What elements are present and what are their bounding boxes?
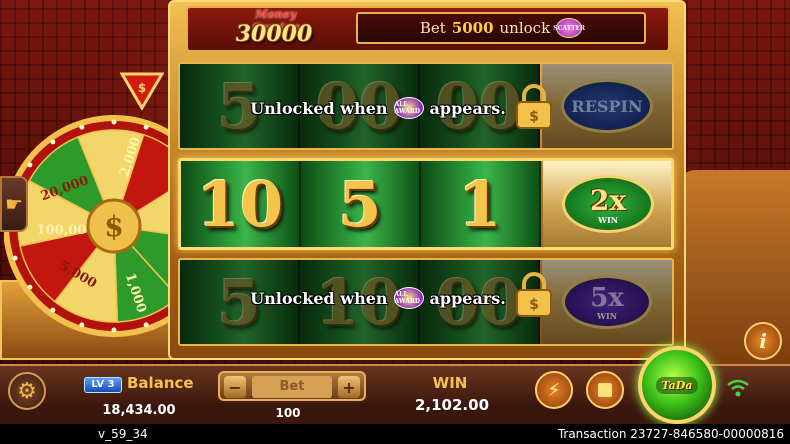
- reel-value: 5: [338, 167, 382, 241]
- multiplier-badge: 2x WIN: [562, 175, 654, 233]
- wheel-light: [12, 255, 18, 261]
- svg-text:$: $: [138, 81, 146, 95]
- respin-badge: RESPIN: [561, 79, 653, 133]
- spin-logo: TaDa: [655, 376, 699, 394]
- wheel-light: [27, 284, 33, 290]
- balance-label: Balance: [127, 374, 194, 392]
- win-label: WIN: [432, 374, 468, 392]
- padlock-icon: $: [516, 84, 552, 129]
- multiplier-sub: WIN: [596, 311, 618, 321]
- wheel-light: [79, 322, 85, 328]
- unlock-message-top: Unlocked when ALL AWARD appears.: [178, 90, 538, 126]
- reel-row-middle: 10 5 1 2x WIN: [178, 158, 674, 250]
- wheel-light: [27, 162, 33, 168]
- reel: 5: [301, 161, 421, 247]
- spin-button[interactable]: TaDa: [638, 346, 716, 424]
- settings-button[interactable]: ⚙: [8, 372, 46, 410]
- multiplier-sub: WIN: [597, 214, 619, 225]
- balance-value: 18,434.00: [102, 403, 176, 418]
- all-award-icon: ALL AWARD: [393, 97, 424, 119]
- info-icon: i: [759, 329, 767, 353]
- bet-unlock-amount: 5000: [451, 19, 494, 37]
- bet-unlock-prefix: Bet: [419, 19, 446, 37]
- transaction-id: Transaction 23727-846580-00000816: [557, 427, 784, 441]
- wheel-pointer-icon: $: [120, 72, 164, 110]
- unlock-message-bottom: Unlocked when ALL AWARD appears.: [178, 280, 538, 316]
- svg-text:$: $: [529, 109, 539, 125]
- respin-label: RESPIN: [571, 96, 643, 116]
- wheel-light: [143, 322, 149, 328]
- lightning-icon: ⚡: [547, 379, 561, 401]
- wheel-graphic: 2,00020,000100,0005,000 1,000 $: [4, 115, 184, 337]
- unlock-prefix: Unlocked when: [250, 288, 388, 308]
- hand-pointer-icon: ☛: [5, 192, 23, 216]
- multiplier-value: 5x: [590, 283, 624, 313]
- respin-slot: RESPIN: [542, 64, 672, 148]
- level-badge: LV 3: [84, 377, 122, 393]
- gear-icon: ⚙: [17, 378, 37, 404]
- win-value: 2,102.00: [414, 396, 490, 414]
- unlock-prefix: Unlocked when: [250, 98, 388, 118]
- turbo-button[interactable]: ⚡: [535, 371, 573, 409]
- unlock-suffix: appears.: [429, 288, 506, 308]
- auto-stop-button[interactable]: [586, 371, 624, 409]
- version-text: v_59_34: [98, 427, 148, 441]
- wheel-light: [79, 124, 85, 130]
- bet-increase-button[interactable]: +: [338, 376, 360, 398]
- wheel-light: [50, 139, 56, 145]
- wheel-light: [50, 307, 56, 313]
- reel-value: 10: [196, 167, 284, 241]
- bet-control: − Bet +: [218, 371, 366, 401]
- wifi-icon: [727, 379, 749, 397]
- reel: 1: [421, 161, 541, 247]
- bet-value: 100: [275, 406, 301, 420]
- bet-unlock-suffix: unlock: [499, 19, 551, 37]
- scatter-badge-icon: SCATTER: [553, 18, 585, 38]
- reel-value: 1: [458, 167, 502, 241]
- logo-number: 30000: [235, 21, 313, 47]
- all-award-icon: ALL AWARD: [393, 287, 424, 309]
- padlock-icon: $: [516, 272, 552, 317]
- wheel-center-dollar-icon: $: [104, 210, 123, 243]
- unlock-suffix: appears.: [429, 98, 506, 118]
- multiplier-slot: 5x WIN: [542, 260, 672, 344]
- wheel-light: [143, 124, 149, 130]
- multiplier-badge: 5x WIN: [562, 275, 652, 329]
- bet-label: Bet: [252, 376, 332, 398]
- stop-icon: [598, 383, 612, 397]
- wheel-light: [111, 327, 117, 333]
- wheel-hand-button[interactable]: ☛: [0, 176, 28, 232]
- bet-unlock-banner: Bet 5000 unlock SCATTER: [356, 12, 646, 44]
- wheel-light: [111, 119, 117, 125]
- multiplier-value: 2x: [589, 183, 627, 217]
- multiplier-slot: 2x WIN: [543, 161, 671, 247]
- info-button[interactable]: i: [744, 322, 782, 360]
- prize-wheel: 2,000 20,000 100,000 5,000 1,000 $ $ ☛: [0, 70, 190, 370]
- reel: 10: [181, 161, 301, 247]
- bet-decrease-button[interactable]: −: [224, 376, 246, 398]
- svg-text:$: $: [529, 297, 539, 313]
